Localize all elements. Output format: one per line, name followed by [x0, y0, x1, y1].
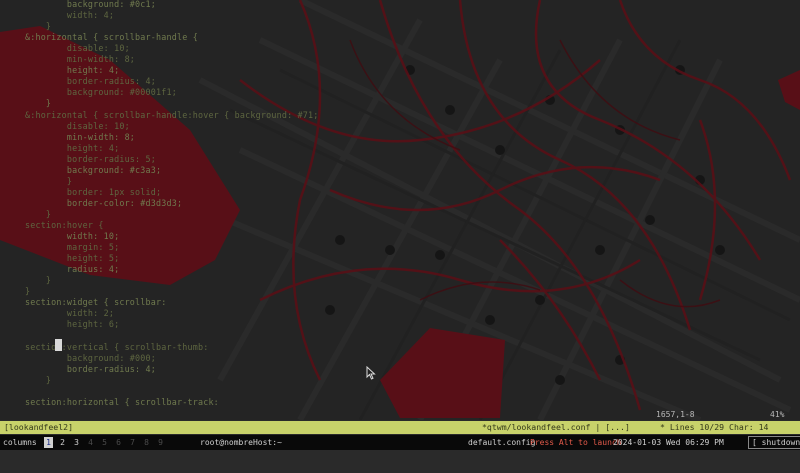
text-editor[interactable]: background: #0c1; width: 4; } &:horizont… — [0, 0, 800, 420]
workspace-button-6[interactable]: 6 — [114, 435, 123, 450]
code-line: min-width: 8; — [4, 54, 136, 65]
workspace-button-7[interactable]: 7 — [128, 435, 137, 450]
text-cursor — [55, 339, 62, 351]
code-line: height: 6; — [4, 319, 120, 330]
taskbar: columns 123456789 root@nombreHost:~ defa… — [0, 435, 800, 450]
code-line: width: 2; — [4, 308, 115, 319]
code-line: background: #00001f1; — [4, 87, 177, 98]
code-line: &:horizontal { scrollbar-handle { — [4, 32, 198, 43]
code-line: } — [4, 286, 31, 297]
code-line: border-radius: 5; — [4, 153, 157, 164]
scroll-percent: 41% — [770, 410, 785, 419]
workspace-button-4[interactable]: 4 — [86, 435, 95, 450]
clock: 2024-01-03 Wed 06:29 PM — [613, 438, 724, 447]
code-line: section:vertical { scrollbar-thumb: — [4, 341, 209, 352]
code-line: disable: 10; — [4, 43, 130, 54]
editor-statusbar: [lookandfeel2] *qtwm/lookandfeel.conf | … — [0, 421, 800, 434]
code-line: } — [4, 175, 73, 186]
workspace-list: 123456789 — [44, 435, 194, 450]
mode-indicator: Press Alt to launch — [530, 438, 622, 447]
code-line: height: 4; — [4, 142, 120, 153]
code-line: } — [4, 374, 52, 385]
code-line: section:horizontal { scrollbar-track: — [4, 396, 219, 407]
code-line: radius: 4; — [4, 264, 120, 275]
code-line: min-width: 8; — [4, 131, 136, 142]
statusbar-buffer-name: [lookandfeel2] — [4, 422, 74, 432]
code-line: } — [4, 275, 52, 286]
code-line: } — [4, 98, 52, 109]
code-line: height: 4; — [4, 65, 120, 76]
code-line: disable: 10; — [4, 120, 130, 131]
code-line: background: #c3a3; — [4, 164, 162, 175]
code-line: } — [4, 208, 52, 219]
statusbar-file-info: *qtwm/lookandfeel.conf | [...] — [482, 422, 635, 432]
layout-indicator[interactable]: columns — [3, 435, 37, 450]
shutdown-button[interactable]: [ shutdown ] — [748, 436, 800, 449]
workspace-button-9[interactable]: 9 — [156, 435, 165, 450]
code-line: margin: 5; — [4, 242, 120, 253]
code-line: height: 5; — [4, 253, 120, 264]
code-line: section:hover { — [4, 220, 104, 230]
workspace-button-8[interactable]: 8 — [142, 435, 151, 450]
window-title[interactable]: root@nombreHost:~ — [200, 435, 282, 450]
workspace-button-5[interactable]: 5 — [100, 435, 109, 450]
code-line: &:horizontal { scrollbar-handle:hover { … — [4, 109, 319, 120]
statusbar-line-info: * Lines 10/29 Char: 14 — [660, 422, 769, 432]
workspace-button-2[interactable]: 2 — [58, 435, 67, 450]
code-line: width: 4; — [4, 10, 115, 21]
code-line: border-color: #d3d3d3; — [4, 197, 183, 208]
code-line: background: #0c1; — [4, 0, 157, 9]
config-name: default.config — [468, 438, 536, 447]
mouse-pointer-icon — [366, 366, 376, 380]
code-line: background: #000; — [4, 352, 157, 363]
code-line: section:widget { scrollbar: — [4, 297, 167, 308]
code-line: border-radius: 4; — [4, 76, 157, 87]
cursor-position-ruler: 1657,1-8 — [656, 410, 695, 419]
workspace-button-3[interactable]: 3 — [72, 435, 81, 450]
workspace-button-1[interactable]: 1 — [44, 437, 53, 448]
code-line: } — [4, 21, 52, 32]
code-line: width: 10; — [4, 231, 120, 242]
code-line: border: 1px solid; — [4, 186, 162, 197]
code-line: border-radius: 4; — [4, 363, 157, 374]
